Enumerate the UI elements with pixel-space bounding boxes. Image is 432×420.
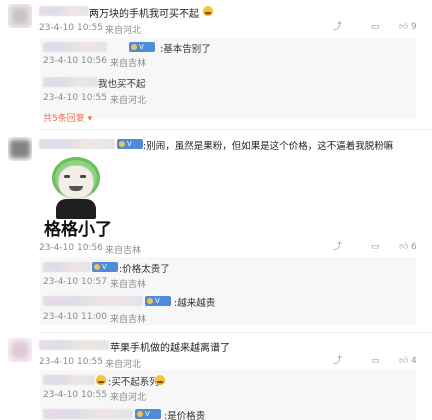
username[interactable]: [39, 340, 109, 350]
comment-text: :别闹，虽然是果粉，但如果是这个价格，这不逼着我脱粉嘛: [143, 141, 394, 152]
thumb-up-icon[interactable]: 👍︎: [399, 22, 408, 32]
reply-location: 来自吉林: [110, 315, 147, 325]
vip-badge: V: [129, 42, 155, 52]
share-icon[interactable]: ⤴: [333, 22, 342, 32]
like-count: 9: [411, 22, 417, 32]
reply-text: :越来越贵: [174, 298, 216, 309]
reply-location: 来自河北: [110, 393, 147, 403]
like-count: 4: [411, 356, 417, 366]
username[interactable]: [39, 6, 89, 16]
sticker-image[interactable]: 格格小了: [40, 153, 122, 241]
emoji-icon: [203, 6, 213, 16]
vip-badge: V: [135, 409, 161, 419]
share-icon[interactable]: ⤴: [333, 242, 342, 252]
emoji-icon: [155, 375, 165, 385]
reply-time: 23-4-10 11:00: [43, 312, 107, 322]
avatar[interactable]: [8, 338, 32, 362]
reply-text: :价格太贵了: [119, 264, 170, 275]
like-count: 6: [411, 242, 417, 252]
comment-time: 23-4-10 10:55: [39, 23, 103, 33]
sticker-caption: 格格小了: [44, 220, 112, 240]
comment-location: 来自河北: [105, 360, 142, 370]
comment-icon[interactable]: ▭: [371, 22, 380, 32]
comment-time: 23-4-10 10:55: [39, 357, 103, 367]
reply-text: :是价格贵: [164, 411, 206, 420]
avatar[interactable]: [8, 4, 32, 28]
vip-badge: V: [117, 139, 143, 149]
reply-username[interactable]: [43, 42, 107, 52]
comment-text: 两万块的手机我可买不起: [89, 9, 199, 20]
reply-username[interactable]: [43, 262, 91, 272]
avatar[interactable]: [8, 137, 32, 161]
divider: [40, 129, 432, 130]
username[interactable]: [39, 139, 115, 149]
reply-text: 我也买不起: [98, 79, 146, 90]
vip-badge: V: [92, 262, 118, 272]
comment-text: 苹果手机做的越来越离谱了: [110, 343, 230, 354]
comment-icon[interactable]: ▭: [371, 242, 380, 252]
reply-username[interactable]: [43, 375, 95, 385]
share-icon[interactable]: ⤴: [333, 356, 342, 366]
reply-location: 来自吉林: [110, 280, 147, 290]
reply-location: 来自河北: [110, 96, 147, 106]
comment-location: 来自吉林: [105, 246, 142, 256]
emoji-icon: [96, 375, 106, 385]
reply-username[interactable]: [43, 296, 143, 306]
reply-time: 23-4-10 10:55: [43, 93, 107, 103]
divider: [40, 332, 432, 333]
comment-time: 23-4-10 10:56: [39, 243, 103, 253]
reply-username[interactable]: [43, 77, 98, 87]
thumb-up-icon[interactable]: 👍︎: [399, 242, 408, 252]
comment-icon[interactable]: ▭: [371, 356, 380, 366]
more-replies-link[interactable]: 共5条回复 ▾: [43, 111, 92, 124]
reply-username[interactable]: [43, 409, 133, 419]
vip-badge: V: [145, 296, 171, 306]
thumb-up-icon[interactable]: 👍︎: [399, 356, 408, 366]
reply-time: 23-4-10 10:55: [43, 390, 107, 400]
reply-location: 来自吉林: [110, 59, 147, 69]
reply-text: :买不起系列: [108, 377, 159, 388]
reply-time: 23-4-10 10:57: [43, 277, 107, 287]
reply-text: :基本告别了: [160, 44, 211, 55]
comment-location: 来自河北: [105, 26, 142, 36]
reply-time: 23-4-10 10:56: [43, 56, 107, 66]
